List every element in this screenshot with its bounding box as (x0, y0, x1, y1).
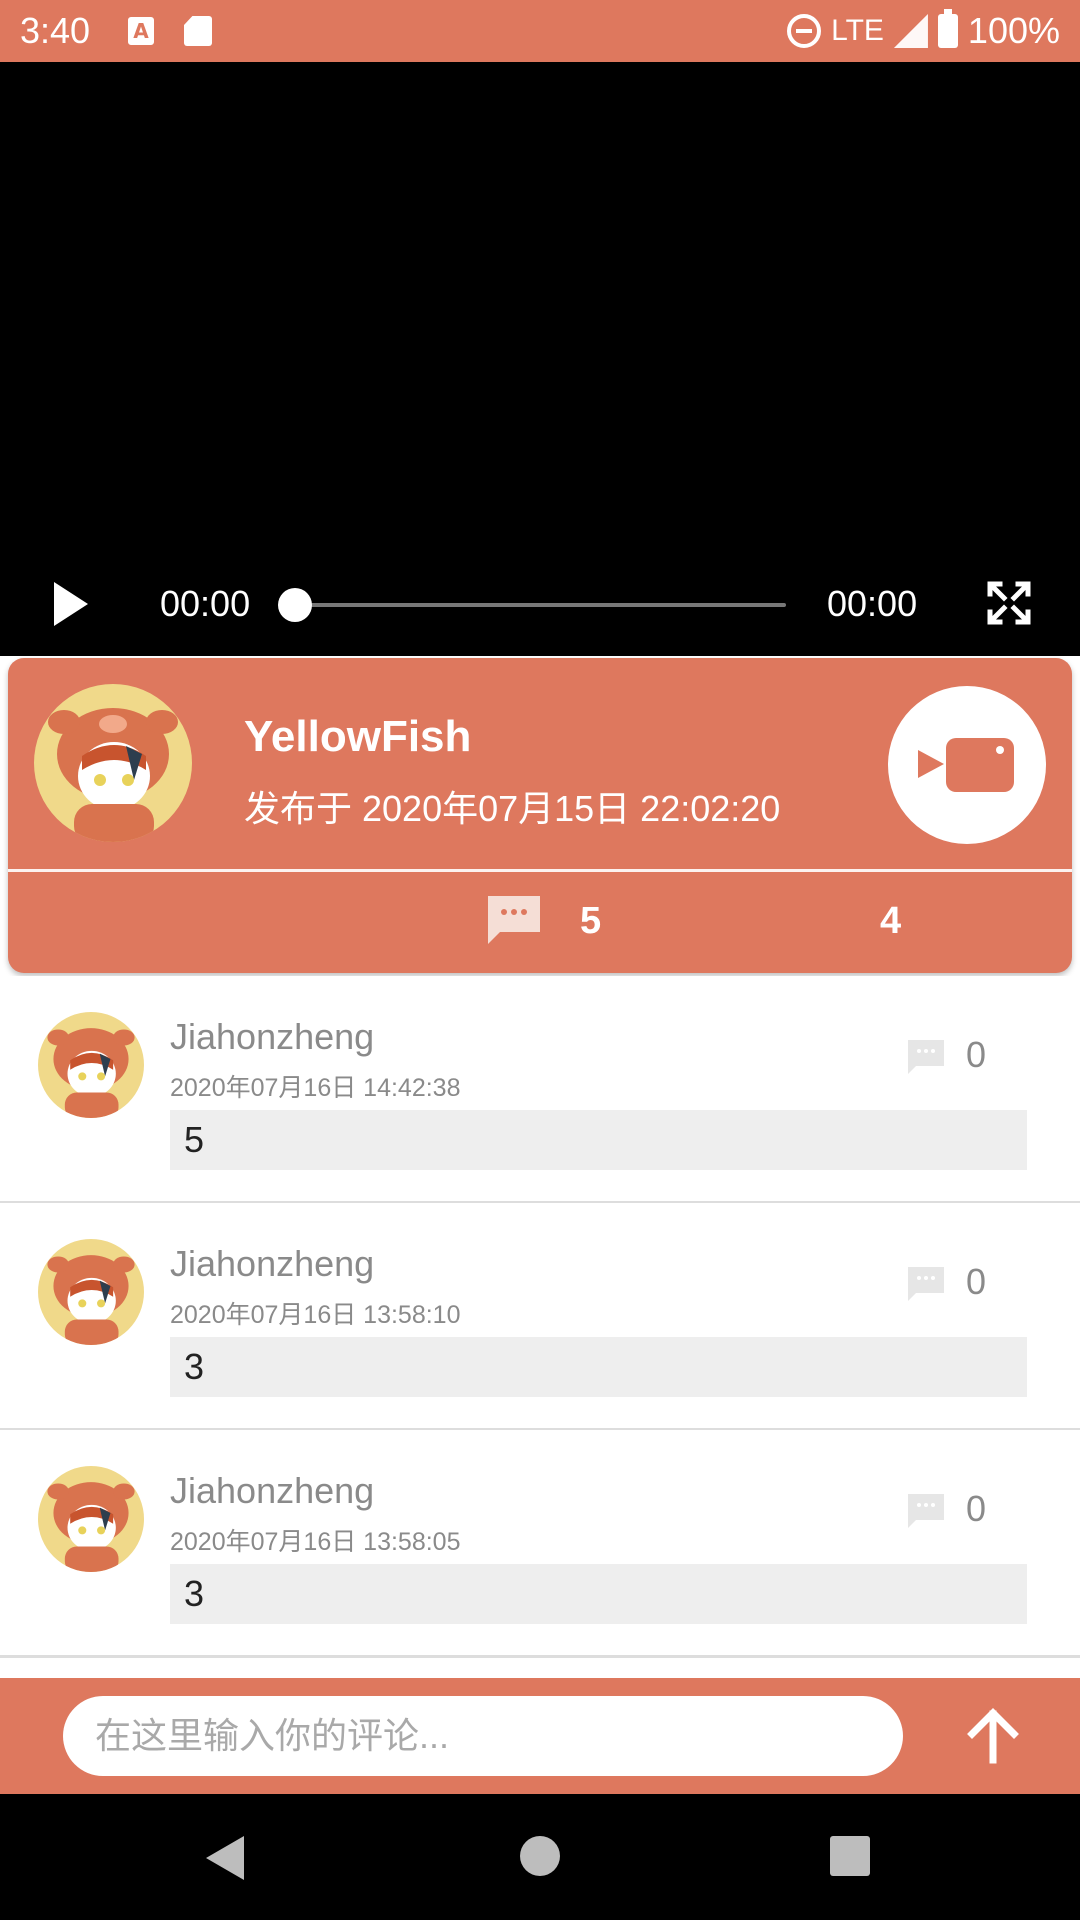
video-camera-icon (918, 738, 1014, 792)
comment-bubble-icon[interactable] (906, 1038, 946, 1078)
arrow-up-icon[interactable] (962, 1704, 1024, 1766)
comment-item[interactable]: Jiahonzheng 2020年07月16日 13:58:05 0 3 (0, 1430, 1080, 1658)
comment-avatar[interactable] (38, 1012, 144, 1118)
play-icon[interactable] (54, 582, 88, 626)
home-circle-icon[interactable] (520, 1836, 560, 1876)
comment-item[interactable]: Jiahonzheng 2020年07月16日 14:42:38 0 5 (0, 976, 1080, 1204)
comment-author[interactable]: Jiahonzheng (170, 1016, 374, 1058)
comment-date: 2020年07月16日 14:42:38 (170, 1074, 461, 1102)
comment-date: 2020年07月16日 13:58:05 (170, 1528, 461, 1556)
video-player[interactable]: 00:00 00:00 (0, 62, 1080, 656)
video-seek-bar[interactable] (296, 603, 786, 607)
comment-date: 2020年07月16日 13:58:10 (170, 1301, 461, 1329)
post-comment-count: 5 (580, 900, 602, 942)
fullscreen-icon[interactable] (986, 580, 1032, 626)
comment-item[interactable]: Jiahonzheng 2020年07月16日 13:58:10 0 3 (0, 1203, 1080, 1431)
video-camera-badge[interactable] (888, 686, 1046, 844)
comment-body: 3 (170, 1564, 1027, 1624)
post-date: 发布于 2020年07月15日 22:02:20 (244, 788, 781, 829)
post-other-count: 4 (880, 900, 902, 942)
status-time: 3:40 (20, 10, 91, 51)
status-bar: 3:40 A LTE 100% (0, 0, 1080, 62)
signal-icon (893, 14, 928, 48)
comment-body: 3 (170, 1337, 1027, 1397)
comment-reply-count: 0 (966, 1034, 987, 1075)
comment-body: 5 (170, 1110, 1027, 1170)
comment-avatar[interactable] (38, 1239, 144, 1345)
comment-input[interactable] (63, 1696, 903, 1776)
do-not-disturb-icon (787, 14, 822, 48)
sd-card-icon (184, 16, 212, 46)
comment-reply-count: 0 (966, 1261, 987, 1302)
network-type: LTE (831, 14, 884, 47)
video-current-time: 00:00 (160, 583, 251, 624)
comment-author[interactable]: Jiahonzheng (170, 1243, 374, 1285)
battery-level: 100% (967, 10, 1060, 51)
post-author[interactable]: YellowFish (244, 712, 471, 762)
avatar[interactable] (34, 684, 192, 842)
post-card: YellowFish 发布于 2020年07月15日 22:02:20 5 4 (8, 658, 1072, 973)
back-triangle-icon[interactable] (206, 1836, 244, 1880)
comment-reply-count: 0 (966, 1488, 987, 1529)
battery-icon (937, 9, 958, 48)
post-divider (8, 869, 1072, 872)
comment-input-bar (0, 1678, 1080, 1794)
comment-author[interactable]: Jiahonzheng (170, 1470, 374, 1512)
keyboard-notification-icon: A (128, 17, 154, 45)
comment-bubble-icon[interactable] (486, 894, 542, 946)
recents-square-icon[interactable] (830, 1836, 870, 1876)
video-seek-thumb[interactable] (278, 588, 312, 622)
status-right: LTE 100% (787, 9, 1060, 52)
comment-bubble-icon[interactable] (906, 1265, 946, 1305)
video-total-time: 00:00 (827, 583, 918, 624)
comment-avatar[interactable] (38, 1466, 144, 1572)
comment-bubble-icon[interactable] (906, 1492, 946, 1532)
system-nav-bar (0, 1794, 1080, 1920)
